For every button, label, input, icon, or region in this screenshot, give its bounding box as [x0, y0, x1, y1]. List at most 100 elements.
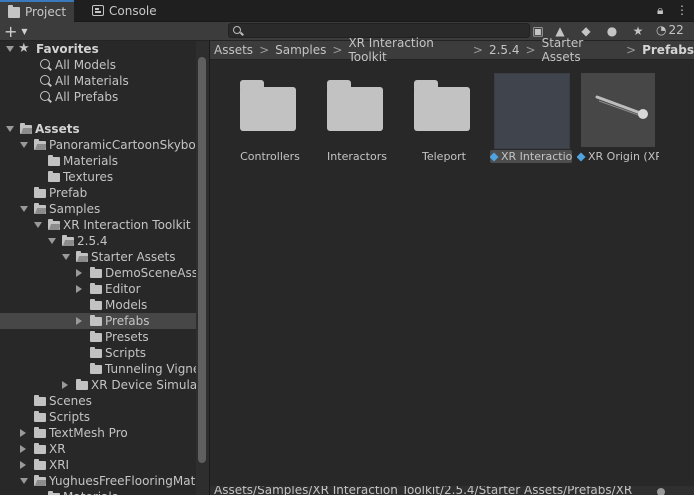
plus-icon: + [4, 21, 18, 41]
folder-icon [48, 155, 60, 166]
asset-tile-teleport[interactable]: Teleport [403, 73, 485, 173]
tree-item-assets[interactable]: Assets [0, 121, 196, 137]
tree-item-starter-assets[interactable]: Starter Assets [0, 249, 196, 265]
asset-tile-xr-origin-xr[interactable]: XR Origin (XR… [577, 73, 659, 173]
breadcrumb: Assets > Samples > XR Interaction Toolkit >2.… [210, 36, 694, 64]
expand-arrow-open-icon[interactable] [6, 46, 14, 52]
expand-arrow-open-icon[interactable] [20, 206, 28, 212]
zoom-slider-knob[interactable] [657, 488, 665, 495]
breadcrumb-item[interactable]: Assets [214, 43, 253, 57]
breadcrumb-item[interactable]: Prefabs [642, 43, 694, 57]
asset-tile-xr-interactio[interactable]: XR Interactio… [490, 73, 572, 173]
tree-item-xr[interactable]: XR [0, 441, 196, 457]
breadcrumb-item[interactable]: Starter Assets [542, 36, 620, 64]
asset-name: XR Interactio… [490, 150, 572, 163]
breadcrumb-separator-icon: > [332, 43, 343, 57]
tree-item-materials[interactable]: Materials [0, 153, 196, 169]
asset-name-label: Interactors [327, 150, 387, 163]
breadcrumb-separator-icon: > [259, 43, 270, 57]
tree-item-favorites[interactable]: ★ Favorites [0, 41, 196, 57]
tree-item-tunneling-vignette[interactable]: Tunneling Vignette [0, 361, 196, 377]
expand-arrow-open-icon[interactable] [34, 222, 42, 228]
tree-scrollbar-thumb[interactable] [198, 57, 206, 463]
tree-item-xri[interactable]: XRI [0, 457, 196, 473]
tree-item-editor[interactable]: Editor [0, 281, 196, 297]
tree-item-xr-device-simulator[interactable]: XR Device Simulator [0, 377, 196, 393]
tree-item-prefab[interactable]: Prefab [0, 185, 196, 201]
expand-arrow-open-icon[interactable] [48, 238, 56, 244]
tree-item-2-5-4[interactable]: 2.5.4 [0, 233, 196, 249]
tab-project[interactable]: Project [0, 0, 75, 22]
tree-item-scripts[interactable]: Scripts [0, 409, 196, 425]
tree-item-label: Editor [105, 282, 141, 296]
tree-item-models[interactable]: Models [0, 297, 196, 313]
expand-arrow-closed-icon[interactable] [76, 269, 82, 277]
tree-item-all-materials[interactable]: All Materials [0, 73, 196, 89]
hidden-packages-toggle[interactable]: ◔ 22 [656, 23, 684, 37]
tree-item-label: Models [105, 298, 148, 312]
create-button[interactable]: + ▼ [4, 21, 28, 41]
tree-item-yughuesfreeflooringmaterials[interactable]: YughuesFreeFlooringMaterials [0, 473, 196, 489]
asset-tile-controllers[interactable]: Controllers [229, 73, 311, 173]
tree-item-textmesh-pro[interactable]: TextMesh Pro [0, 425, 196, 441]
tree-item-label: Scripts [49, 410, 91, 424]
tree-item-label: Prefabs [105, 314, 150, 328]
tree-item-materials[interactable]: Materials [0, 489, 196, 495]
folder-shape [414, 80, 470, 131]
tree-item-label: Prefab [49, 186, 88, 200]
breadcrumb-item[interactable]: Samples [275, 43, 326, 57]
tree-item-prefabs[interactable]: Prefabs [0, 313, 196, 329]
expand-arrow-closed-icon[interactable] [20, 429, 26, 437]
breadcrumb-separator-icon: > [472, 43, 483, 57]
folder-icon [34, 411, 46, 422]
expand-arrow-closed-icon[interactable] [20, 445, 26, 453]
expand-arrow-open-icon[interactable] [20, 142, 28, 148]
prefab-cube-icon [577, 152, 586, 162]
tree-item-label: TextMesh Pro [49, 426, 128, 440]
prefab-preview [581, 73, 655, 147]
tree-item-all-models[interactable]: All Models [0, 57, 196, 73]
breadcrumb-item[interactable]: XR Interaction Toolkit [348, 36, 466, 64]
tree-item-presets[interactable]: Presets [0, 329, 196, 345]
asset-tile-interactors[interactable]: Interactors [316, 73, 398, 173]
expand-arrow-closed-icon[interactable] [62, 381, 68, 389]
tree-item-label: XRI [49, 458, 70, 472]
tab-console[interactable]: Console [84, 0, 165, 21]
tree-item-xr-interaction-toolkit[interactable]: XR Interaction Toolkit [0, 217, 196, 233]
tree-item-scenes[interactable]: Scenes [0, 393, 196, 409]
tree-item-panoramiccartoonskybox[interactable]: PanoramicCartoonSkybox [0, 137, 196, 153]
expand-arrow-open-icon[interactable] [20, 478, 28, 484]
tree-item-label: Scenes [49, 394, 92, 408]
favorite-star-icon[interactable]: ★ [630, 23, 646, 39]
expand-arrow-closed-icon[interactable] [20, 461, 26, 469]
folder-shape [240, 80, 296, 131]
prefab-preview [494, 73, 570, 149]
tree-item-label: XR Interaction Toolkit [63, 218, 191, 232]
asset-name-label: Teleport [422, 150, 466, 163]
tree-item-label: 2.5.4 [77, 234, 108, 248]
tree-item-all-prefabs[interactable]: All Prefabs [0, 89, 196, 105]
expand-arrow-open-icon[interactable] [62, 254, 70, 260]
xr-origin-preview-icon [595, 95, 648, 119]
tree-item-label: All Models [55, 58, 116, 72]
folder-open-icon [48, 219, 60, 230]
tree-item-scripts[interactable]: Scripts [0, 345, 196, 361]
expand-arrow-closed-icon[interactable] [76, 285, 82, 293]
expand-arrow-open-icon[interactable] [6, 126, 14, 132]
search-icon [233, 26, 241, 34]
tree-item-demosceneassets[interactable]: DemoSceneAssets [0, 265, 196, 281]
lock-icon[interactable]: 🔒︎ [657, 3, 663, 18]
expand-arrow-closed-icon[interactable] [76, 317, 82, 325]
tree-scrollbar[interactable] [196, 41, 210, 495]
asset-name-label: Controllers [240, 150, 300, 163]
tree-item-samples[interactable]: Samples [0, 201, 196, 217]
folder-icon [48, 171, 60, 182]
search-icon [40, 59, 50, 69]
tree-item-textures[interactable]: Textures [0, 169, 196, 185]
folder-open-icon [20, 123, 32, 134]
tree-item-label: PanoramicCartoonSkybox [49, 138, 196, 152]
folder-open-icon [62, 235, 74, 246]
kebab-menu-icon[interactable]: ⋮ [676, 3, 688, 17]
asset-name: XR Origin (XR… [577, 150, 659, 163]
breadcrumb-item[interactable]: 2.5.4 [489, 43, 520, 57]
